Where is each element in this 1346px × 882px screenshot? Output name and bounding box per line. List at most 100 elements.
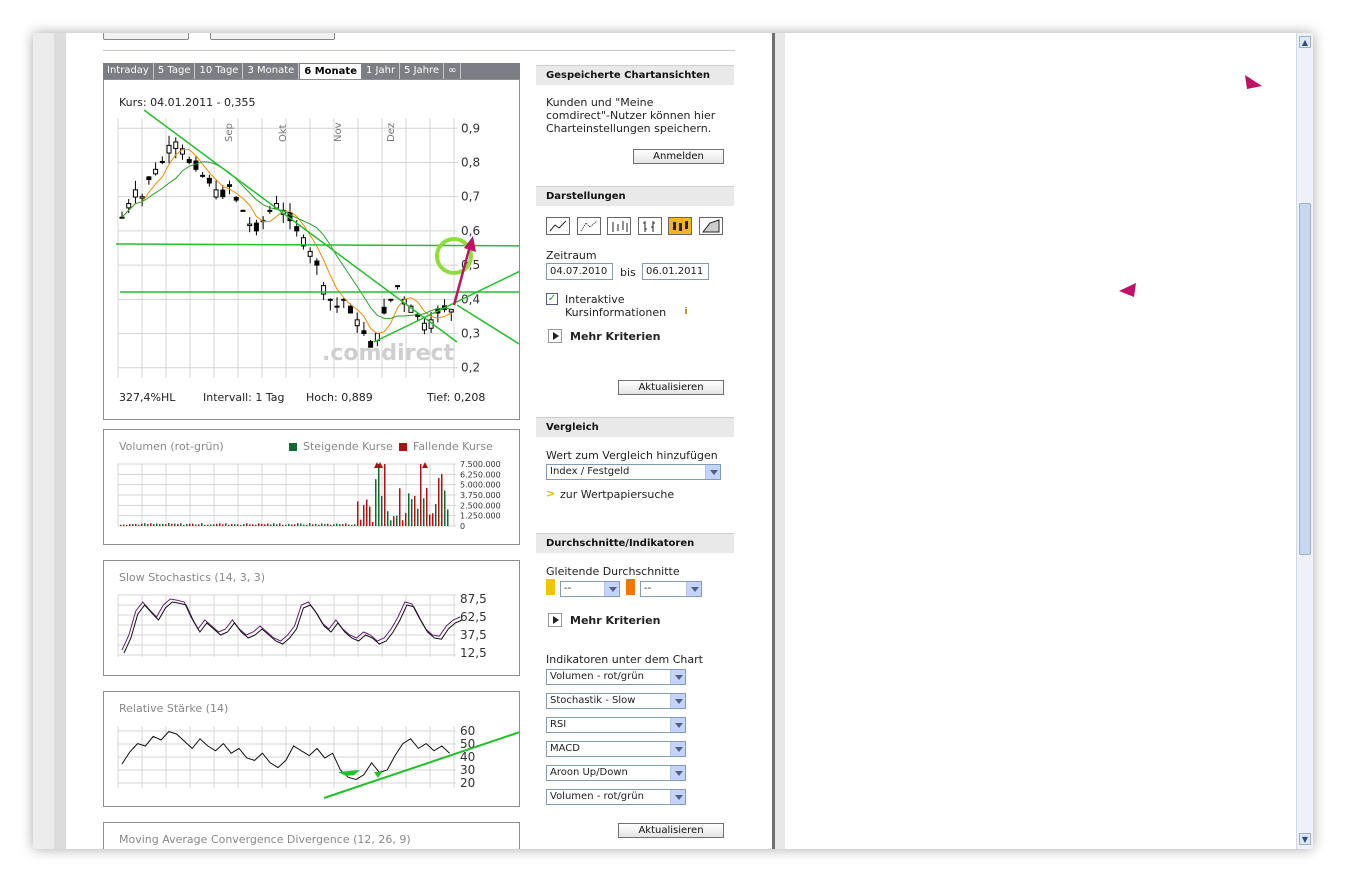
watermark: .comdirect: [322, 341, 455, 366]
tab-3[interactable]: 3 Monate: [243, 63, 300, 79]
candle-body: [448, 309, 454, 313]
volume-bar: [324, 523, 326, 526]
volume-bar: [288, 523, 290, 526]
update-button-2[interactable]: Aktualisieren: [618, 823, 724, 838]
volume-bar: [138, 524, 140, 526]
update-button[interactable]: Aktualisieren: [618, 380, 724, 395]
tab-0[interactable]: Intraday: [103, 63, 154, 79]
tab-4[interactable]: 6 Monate: [299, 63, 362, 79]
volume-bar: [279, 523, 281, 526]
y-tick: 3.750.000: [460, 491, 501, 500]
y-tick: 0: [460, 522, 465, 531]
interactive-checkbox[interactable]: ✓: [546, 293, 558, 305]
volume-bar: [384, 464, 386, 526]
candle-body: [139, 196, 145, 199]
rsi-panel: Relative Stärke (14) 60 50 40 30 20: [103, 691, 520, 807]
login-button[interactable]: Anmelden: [633, 149, 724, 164]
views-header: Darstellungen: [536, 186, 734, 206]
dotted-line-icon[interactable]: [577, 217, 601, 235]
more-criteria-link[interactable]: Mehr Kriterien: [570, 330, 660, 343]
line-chart-icon[interactable]: [546, 217, 570, 235]
area-chart-icon[interactable]: [699, 217, 723, 235]
top-button-2[interactable]: [210, 33, 335, 40]
moving-avg-label: Gleitende Durchschnitte: [546, 565, 680, 578]
expand-icon[interactable]: [548, 613, 562, 627]
chevron-down-icon: [670, 742, 685, 756]
vertical-scrollbar[interactable]: ▲ ▼: [1296, 33, 1313, 849]
y-tick: 12,5: [460, 646, 487, 660]
candle-body: [173, 141, 179, 149]
volume-bar: [294, 524, 296, 526]
scroll-thumb[interactable]: [1299, 203, 1311, 555]
indicator-select-3[interactable]: MACD: [546, 741, 686, 757]
volume-bar: [345, 523, 347, 526]
volume-bar: [417, 508, 419, 526]
volume-bar: [315, 523, 317, 526]
info-icon[interactable]: i: [681, 307, 691, 317]
interactive-label-1: Interaktive: [565, 293, 625, 306]
scroll-down-icon[interactable]: ▼: [1299, 833, 1311, 845]
volume-bar: [153, 524, 155, 526]
volume-bar: [213, 524, 215, 526]
saved-views-text-2: comdirect"-Nutzer können hier: [546, 109, 716, 122]
ma-select-1[interactable]: --: [560, 581, 620, 597]
compare-select[interactable]: Index / Festgeld: [546, 464, 721, 480]
trendline-down: [143, 109, 458, 343]
date-from-input[interactable]: 04.07.2010: [546, 263, 613, 280]
volume-chart[interactable]: 7.500.0006.250.000 5.000.0003.750.0002.50…: [104, 430, 519, 544]
indicator-select-4[interactable]: Aroon Up/Down: [546, 765, 686, 781]
volume-bar: [210, 524, 212, 526]
ma-orange-swatch: [626, 579, 635, 595]
right-pane: [1119, 75, 1262, 297]
volume-bar: [321, 523, 323, 526]
volume-bar: [297, 523, 299, 526]
tab-5[interactable]: 1 Jahr: [362, 63, 401, 79]
volume-bar: [156, 523, 158, 526]
more-criteria-link-2[interactable]: Mehr Kriterien: [570, 614, 660, 627]
volume-bar: [354, 524, 356, 526]
chevron-down-icon: [670, 766, 685, 780]
ohlc-icon[interactable]: [607, 217, 631, 235]
tab-1[interactable]: 5 Tage: [154, 63, 196, 79]
left-margin-inner: [54, 33, 66, 849]
volume-bar: [423, 498, 425, 526]
indicator-select-2[interactable]: RSI: [546, 717, 686, 733]
candle-body: [267, 209, 273, 212]
tab-2[interactable]: 10 Tage: [195, 63, 244, 79]
volume-bar: [144, 523, 146, 526]
chevron-down-icon: [670, 670, 685, 684]
indicator-select-5[interactable]: Volumen - rot/grün: [546, 789, 686, 805]
volume-bar: [351, 524, 353, 526]
volume-bar: [177, 523, 179, 526]
volume-bar: [369, 506, 371, 526]
y-tick: 0,3: [461, 327, 480, 341]
candle-body: [327, 298, 333, 301]
saved-views-text-3: Charteinstellungen speichern.: [546, 122, 712, 135]
indicator-select-1[interactable]: Stochastik - Slow: [546, 693, 686, 709]
tab-7[interactable]: ∞: [444, 63, 462, 79]
price-chart[interactable]: 0,90,80,70,60,50,40,30,2Sep Okt Nov Dez.com…: [104, 80, 519, 419]
tab-6[interactable]: 5 Jahre: [400, 63, 445, 79]
volume-bar: [147, 524, 149, 526]
scroll-up-icon[interactable]: ▲: [1299, 36, 1311, 48]
candle-body: [153, 168, 159, 175]
volume-bar: [249, 524, 251, 526]
ma-select-2-value: --: [644, 583, 652, 594]
bis-label: bis: [620, 266, 636, 279]
ma-orange-line: [121, 149, 452, 335]
rsi-chart[interactable]: 6050403020: [104, 692, 519, 806]
stochastics-chart[interactable]: 87,5 62,5 37,5 12,5: [104, 561, 519, 675]
volume-bar: [216, 523, 218, 526]
ma-select-2[interactable]: --: [640, 581, 702, 597]
indicator-select-0[interactable]: Volumen - rot/grün: [546, 669, 686, 685]
expand-icon[interactable]: [548, 329, 562, 343]
bar-chart-icon[interactable]: [638, 217, 662, 235]
candlestick-icon[interactable]: [668, 217, 692, 235]
search-link[interactable]: zur Wertpapiersuche: [560, 488, 674, 501]
date-to-input[interactable]: 06.01.2011: [642, 263, 709, 280]
candle-body: [421, 322, 427, 331]
rsi-oversold-fill-2: [374, 772, 382, 778]
pane-divider-shade: [775, 33, 785, 849]
top-button-1[interactable]: [103, 33, 189, 40]
volume-bar: [129, 524, 131, 526]
